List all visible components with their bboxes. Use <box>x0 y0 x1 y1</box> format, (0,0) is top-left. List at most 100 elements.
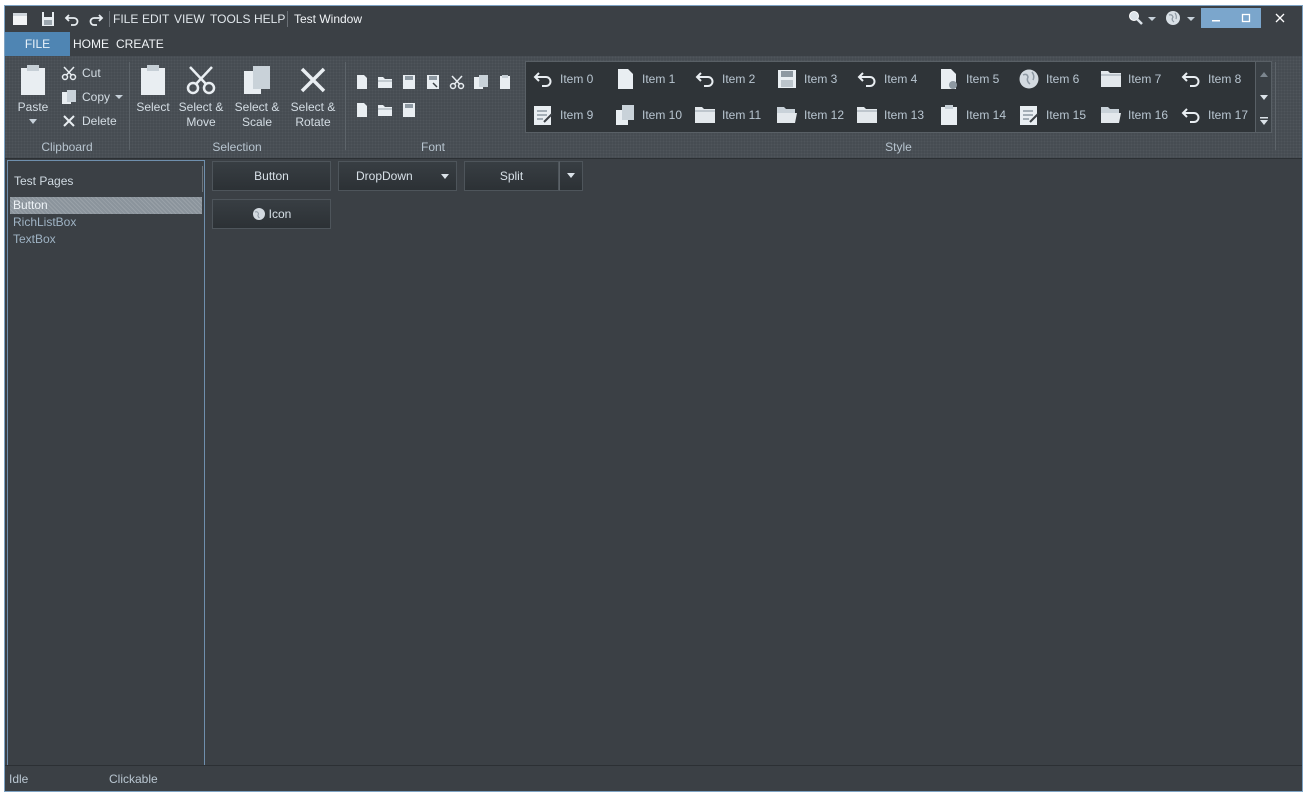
folder-icon <box>695 107 715 123</box>
redo-icon[interactable] <box>88 11 104 27</box>
delete-icon <box>300 67 326 93</box>
gallery-item[interactable]: Item 8 <box>1180 65 1241 93</box>
chevron-down-icon <box>29 119 37 124</box>
document-settings-icon <box>941 69 957 89</box>
save-icon[interactable] <box>401 74 417 90</box>
menu-file[interactable]: FILE <box>113 12 138 26</box>
gallery-expand-button[interactable] <box>1255 110 1271 132</box>
gallery-item[interactable]: Item 2 <box>694 65 755 93</box>
select-rotate-button[interactable]: Select & Rotate <box>289 64 337 130</box>
chevron-up-icon <box>1259 72 1268 77</box>
icon-button-label: Icon <box>268 207 292 221</box>
close-button[interactable] <box>1265 8 1295 28</box>
gallery-item[interactable]: Item 3 <box>776 65 837 93</box>
font-group-label: Font <box>420 140 445 154</box>
gallery-item[interactable]: Item 13 <box>856 101 924 129</box>
tab-create[interactable]: CREATE <box>116 32 164 56</box>
undo-icon <box>533 72 552 87</box>
menu-view[interactable]: VIEW <box>174 12 205 26</box>
gallery-item[interactable]: Item 7 <box>1100 65 1161 93</box>
delete-button[interactable]: Delete <box>61 111 117 131</box>
gallery-item[interactable]: Item 17 <box>1180 101 1248 129</box>
select-button[interactable]: Select <box>135 64 171 115</box>
undo-icon <box>857 72 876 87</box>
save-as-icon[interactable] <box>425 74 441 90</box>
gallery-item-label: Item 15 <box>1046 108 1087 122</box>
delete-label: Delete <box>82 114 117 128</box>
gallery-item[interactable]: Item 6 <box>1018 65 1079 93</box>
gallery-item-label: Item 16 <box>1128 108 1169 122</box>
style-group-label: Style <box>885 140 912 154</box>
open-folder-icon <box>1101 107 1121 123</box>
select-scale-button[interactable]: Select & Scale <box>233 64 281 130</box>
copy-button[interactable]: Copy <box>61 87 124 107</box>
scissors-icon[interactable] <box>449 74 465 90</box>
copy-icon <box>62 90 76 104</box>
gallery-item-label: Item 9 <box>560 108 594 122</box>
save-icon[interactable] <box>401 102 417 118</box>
list-item-textbox[interactable]: TextBox <box>10 231 202 248</box>
gallery-item[interactable]: Item 5 <box>938 65 999 93</box>
gallery-item[interactable]: Item 0 <box>532 65 593 93</box>
test-pages-panel: Test Pages Button RichListBox TextBox <box>7 160 205 767</box>
tab-file[interactable]: FILE <box>5 32 70 56</box>
save-icon[interactable] <box>40 11 56 27</box>
gallery-item[interactable]: Item 1 <box>614 65 675 93</box>
search-icon[interactable] <box>1128 10 1144 26</box>
menu-edit[interactable]: EDIT <box>142 12 169 26</box>
dropdown-button[interactable]: DropDown <box>338 161 457 191</box>
copy-icon[interactable] <box>473 74 489 90</box>
split-label: Split <box>499 169 524 183</box>
icon-button[interactable]: Icon <box>212 199 331 229</box>
split-dropdown-arrow[interactable] <box>559 161 583 191</box>
tab-home[interactable]: HOME <box>73 32 109 56</box>
gallery-item[interactable]: Item 10 <box>614 101 682 129</box>
undo-icon[interactable] <box>64 11 80 27</box>
cut-label: Cut <box>82 66 101 80</box>
menu-tools[interactable]: TOOLS <box>210 12 250 26</box>
chevron-down-icon[interactable] <box>1147 11 1157 27</box>
paste-button[interactable]: Paste <box>15 64 51 130</box>
gallery-scroll-down-button[interactable] <box>1255 86 1271 110</box>
menu-help[interactable]: HELP <box>254 12 285 26</box>
list-item-button[interactable]: Button <box>10 197 202 214</box>
clipboard-icon[interactable] <box>497 74 513 90</box>
document-icon <box>618 69 633 89</box>
select-move-button[interactable]: Select & Move <box>177 64 225 130</box>
gallery-item[interactable]: Item 14 <box>938 101 1006 129</box>
open-folder-icon <box>777 107 797 123</box>
status-idle: Idle <box>9 772 29 786</box>
gallery-item[interactable]: Item 9 <box>532 101 593 129</box>
chevron-down-icon <box>1259 95 1268 100</box>
gallery-item[interactable]: Item 12 <box>776 101 844 129</box>
chevron-down-icon <box>115 95 124 99</box>
gallery-item[interactable]: Item 11 <box>694 101 761 129</box>
scissors-icon <box>186 66 216 95</box>
edit-document-icon <box>534 106 553 125</box>
delete-icon <box>63 115 75 127</box>
document-icon[interactable] <box>354 74 370 90</box>
cut-button[interactable]: Cut <box>61 63 101 83</box>
gallery-item[interactable]: Item 4 <box>856 65 917 93</box>
test-button[interactable]: Button <box>212 161 331 191</box>
split-button[interactable]: Split <box>464 161 559 191</box>
chevron-down-icon <box>441 174 449 179</box>
chevron-down-icon[interactable] <box>1186 11 1196 27</box>
gallery-item[interactable]: Item 16 <box>1100 101 1168 129</box>
folder-icon[interactable] <box>377 102 393 118</box>
gallery-item[interactable]: Item 15 <box>1018 101 1086 129</box>
select-move-label-2: Move <box>186 115 216 129</box>
minimize-button[interactable] <box>1201 8 1231 28</box>
gallery-item-label: Item 0 <box>560 72 594 86</box>
gallery-scroll-up-button[interactable] <box>1255 62 1271 86</box>
status-bar: Idle Clickable <box>5 765 1302 791</box>
folder-icon <box>857 107 877 123</box>
list-item-richlistbox[interactable]: RichListBox <box>10 214 202 231</box>
globe-icon[interactable] <box>1165 10 1181 26</box>
maximize-button[interactable] <box>1231 8 1261 28</box>
gallery-item-label: Item 2 <box>722 72 756 86</box>
app-icon <box>12 11 28 27</box>
gallery-item-label: Item 8 <box>1208 72 1242 86</box>
folder-icon[interactable] <box>377 74 393 90</box>
document-icon[interactable] <box>354 102 370 118</box>
